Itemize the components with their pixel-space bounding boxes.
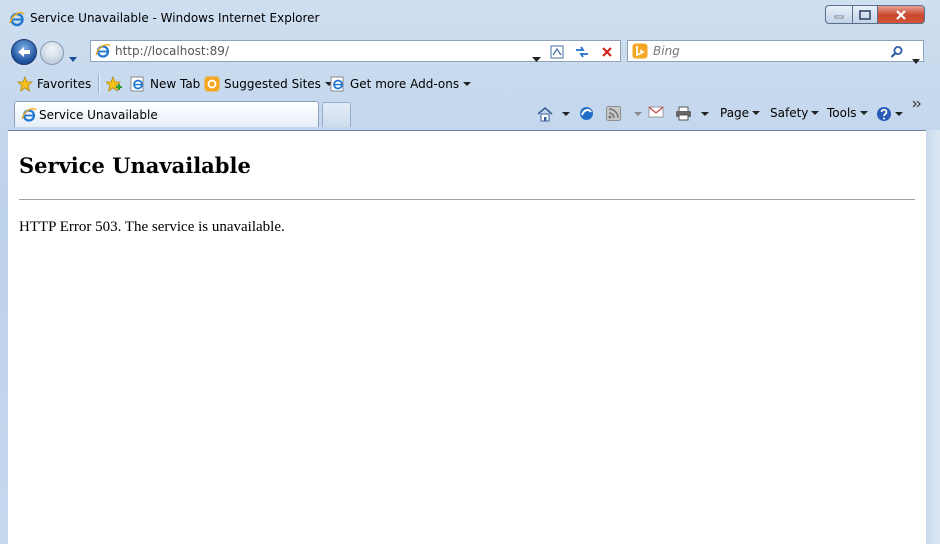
chevron-down-icon xyxy=(532,57,541,62)
bing-icon xyxy=(632,43,648,59)
tab-label: Service Unavailable xyxy=(39,108,158,122)
address-bar[interactable]: http://localhost:89/ xyxy=(90,40,621,62)
chevron-down-icon xyxy=(859,111,868,115)
arrow-right-icon xyxy=(47,49,57,57)
help-icon xyxy=(877,107,891,121)
double-chevron-right-icon xyxy=(912,100,921,108)
chevron-down-icon xyxy=(701,111,709,116)
horizontal-rule xyxy=(19,199,915,200)
suggested-sites-icon xyxy=(204,76,220,92)
restore-icon xyxy=(859,9,871,20)
safety-menu-label: Safety xyxy=(770,106,809,120)
ie-page-icon xyxy=(330,76,344,92)
search-input[interactable]: Bing xyxy=(653,44,680,58)
read-mail-button[interactable] xyxy=(648,106,664,118)
search-button[interactable] xyxy=(890,44,904,63)
stop-icon xyxy=(602,46,612,57)
print-button[interactable] xyxy=(675,106,709,121)
chevron-down-icon xyxy=(634,111,642,116)
favorites-button[interactable]: Favorites xyxy=(17,76,91,92)
favorites-bar-item-suggested-sites[interactable]: Suggested Sites xyxy=(204,76,333,92)
rss-feed-icon xyxy=(606,106,621,121)
page-content: Service Unavailable HTTP Error 503. The … xyxy=(8,130,926,544)
home-icon xyxy=(537,106,553,122)
favorites-bar-item-get-more-add-ons[interactable]: Get more Add-ons xyxy=(330,76,472,92)
tools-menu[interactable]: Tools xyxy=(827,106,868,120)
address-dropdown[interactable] xyxy=(532,48,541,67)
forward-button[interactable] xyxy=(40,41,64,65)
compatibility-view-button[interactable] xyxy=(546,42,568,61)
new-tab-button[interactable] xyxy=(322,102,351,127)
close-button[interactable] xyxy=(877,5,925,24)
safety-menu[interactable]: Safety xyxy=(770,106,820,120)
tab-page-icon xyxy=(21,107,37,123)
page-title: Service Unavailable xyxy=(19,153,251,178)
navigation-bar: http://localhost:89/ Bing xyxy=(0,36,940,68)
search-icon xyxy=(890,46,903,58)
get-more-add-ons-label: Get more Add-ons xyxy=(350,77,460,91)
maximize-button[interactable] xyxy=(852,5,877,24)
search-box[interactable]: Bing xyxy=(627,40,924,64)
chevron-down-icon xyxy=(912,59,920,64)
feeds-button[interactable] xyxy=(606,106,642,121)
favorites-bar: Favorites New Tab Suggested Sites Get mo… xyxy=(8,70,926,98)
chevron-down-icon xyxy=(69,57,77,62)
help-menu[interactable] xyxy=(876,106,903,122)
toolbar-divider xyxy=(98,74,100,94)
refresh-icon xyxy=(576,46,588,57)
tab-service-unavailable[interactable]: Service Unavailable xyxy=(14,101,319,127)
refresh-button[interactable] xyxy=(571,42,593,61)
browser-window: Service Unavailable - Windows Internet E… xyxy=(0,0,940,544)
chevron-down-icon xyxy=(752,111,761,115)
stop-button[interactable] xyxy=(596,42,618,61)
window-title: Service Unavailable - Windows Internet E… xyxy=(30,11,320,25)
minimize-icon xyxy=(834,15,844,18)
back-button[interactable] xyxy=(11,39,37,65)
minimize-button[interactable] xyxy=(825,5,852,24)
recent-pages-dropdown[interactable] xyxy=(68,48,78,67)
tools-menu-label: Tools xyxy=(827,106,857,120)
add-to-favorites-button[interactable] xyxy=(106,76,123,92)
chevron-down-icon xyxy=(463,82,472,86)
web-slices-button[interactable] xyxy=(579,106,594,121)
mail-icon xyxy=(648,106,664,118)
home-button[interactable] xyxy=(537,106,570,122)
chevron-down-icon xyxy=(895,112,903,116)
error-message: HTTP Error 503. The service is unavailab… xyxy=(19,219,285,235)
suggested-sites-label: Suggested Sites xyxy=(224,77,321,91)
web-slice-icon xyxy=(580,107,593,120)
page-menu-label: Page xyxy=(720,106,750,120)
page-icon xyxy=(95,43,111,59)
star-icon xyxy=(17,76,33,92)
close-icon xyxy=(896,9,906,20)
add-favorite-icon xyxy=(106,76,122,92)
ie-logo-icon xyxy=(9,11,25,27)
tab-row: Service Unavailable Page Safety Tools xyxy=(8,99,926,129)
page-menu[interactable]: Page xyxy=(720,106,761,120)
new-tab-label: New Tab xyxy=(150,77,201,91)
window-controls xyxy=(825,5,925,25)
chevron-down-icon xyxy=(811,111,820,115)
title-bar: Service Unavailable - Windows Internet E… xyxy=(0,0,940,36)
chevron-down-icon xyxy=(562,112,570,116)
favorites-label: Favorites xyxy=(37,77,92,91)
window-border xyxy=(926,130,940,544)
address-input[interactable]: http://localhost:89/ xyxy=(115,44,229,58)
printer-icon xyxy=(676,106,691,121)
arrow-left-icon xyxy=(18,47,30,57)
compatibility-icon xyxy=(550,45,564,58)
ie-page-icon xyxy=(130,76,144,92)
toolbar-overflow-button[interactable] xyxy=(912,100,921,108)
favorites-bar-item-new-tab[interactable]: New Tab xyxy=(130,76,200,92)
search-options-dropdown[interactable] xyxy=(912,49,920,68)
